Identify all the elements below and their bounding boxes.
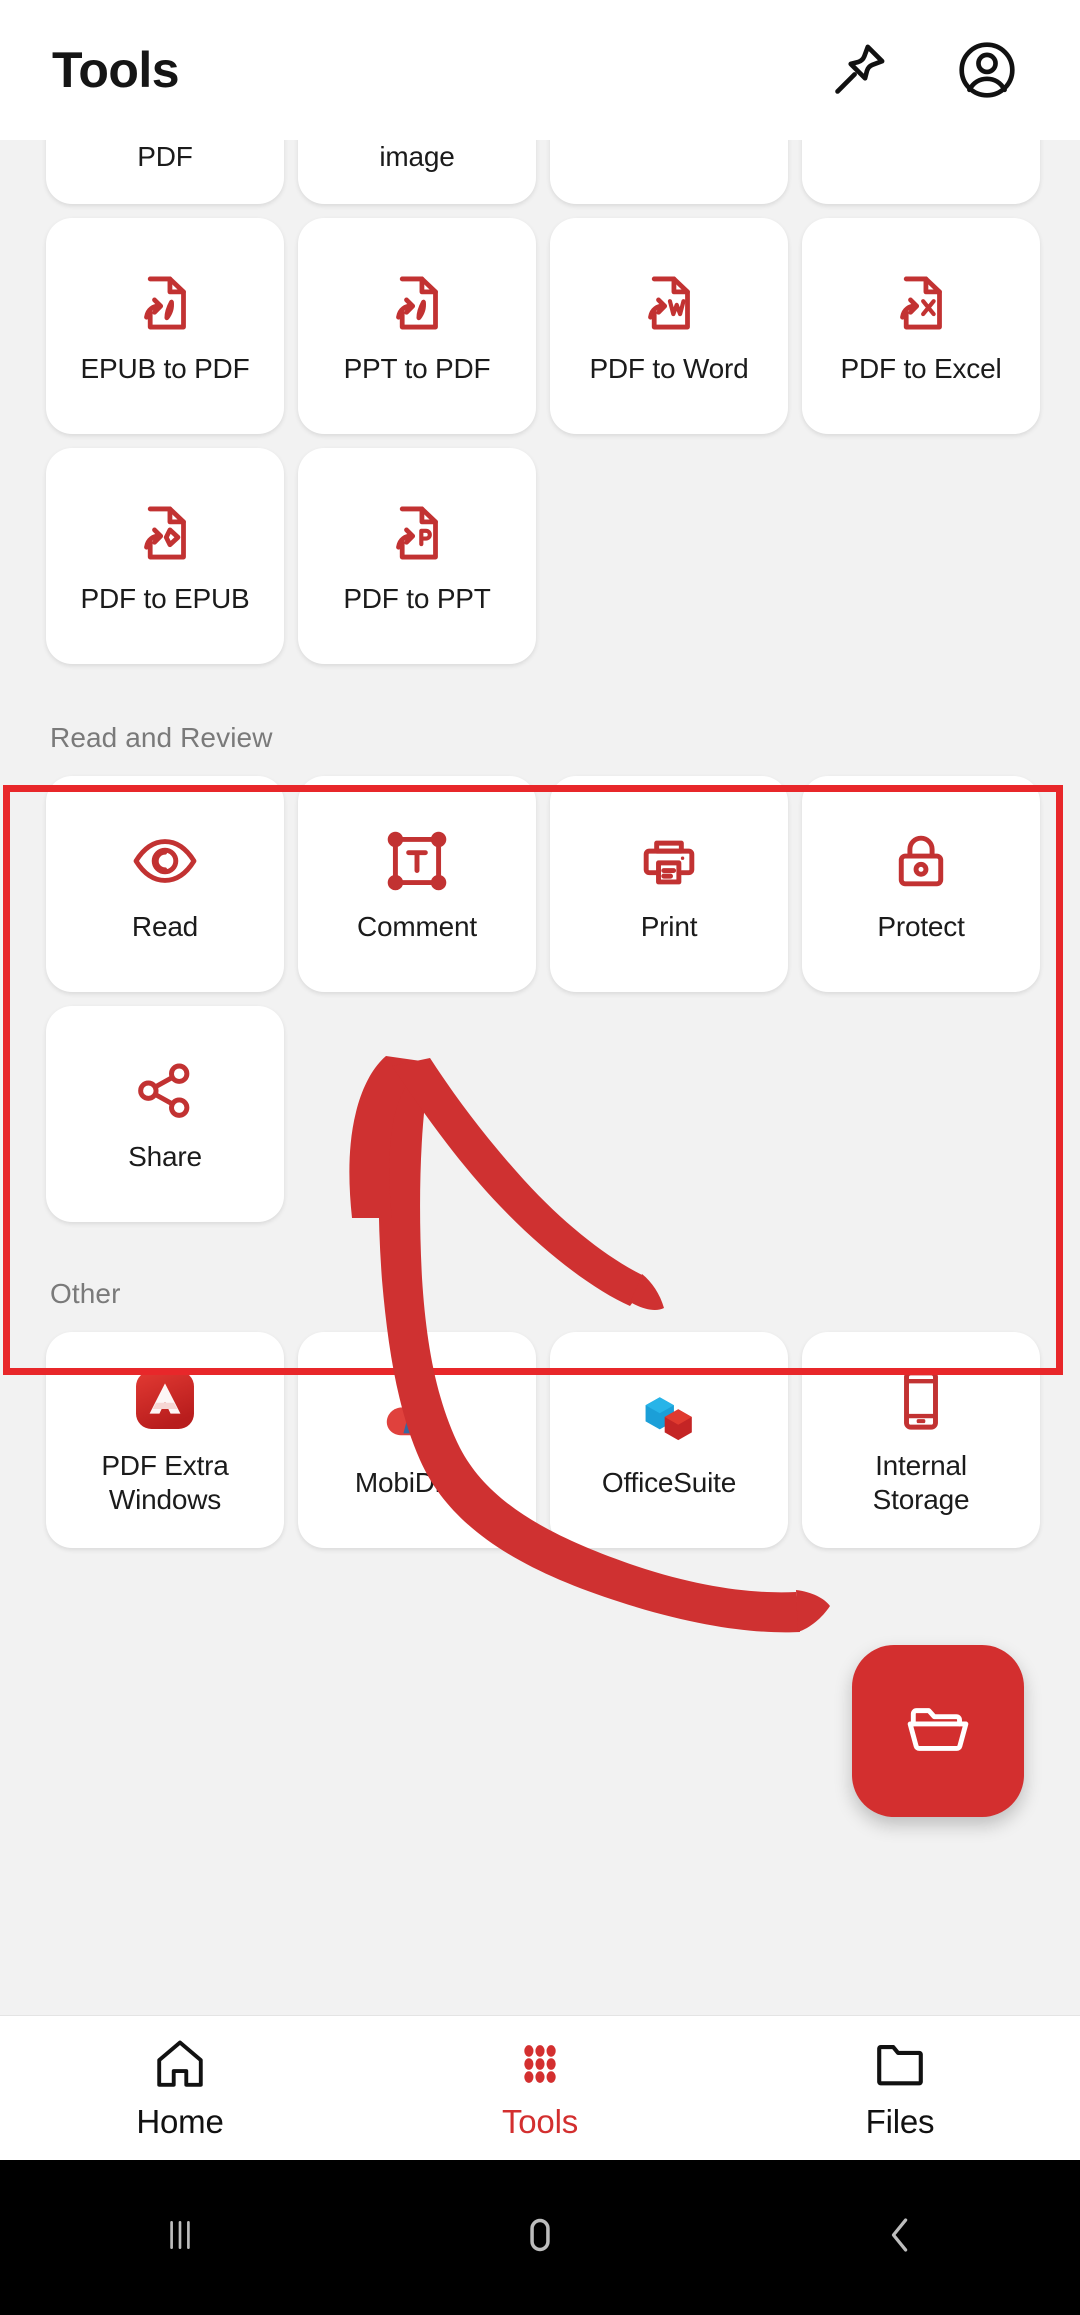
back-chevron-icon [872, 2207, 928, 2268]
nav-item-tools[interactable]: Tools [360, 2035, 720, 2141]
nav-item-label: Home [136, 2103, 224, 2140]
pdf-to-ppt-icon [380, 496, 454, 570]
recents-button[interactable] [0, 2207, 360, 2268]
officesuite-logo [632, 1380, 706, 1454]
other-grid: PDF Extra Windows MobiDrive OfficeSuite … [0, 1332, 1080, 1548]
tool-card-share[interactable]: Share [46, 1006, 284, 1222]
open-folder-icon [900, 1691, 976, 1772]
tool-card-pdf-extra-windows[interactable]: PDF Extra Windows [46, 1332, 284, 1548]
tool-card-protect[interactable]: Protect [802, 776, 1040, 992]
pdf-extra-windows-logo [128, 1363, 202, 1437]
tool-card-label: PPT to PDF [343, 352, 491, 384]
pdf-to-excel-icon [884, 266, 958, 340]
epub-to-pdf-icon [128, 266, 202, 340]
recents-icon [152, 2207, 208, 2268]
tool-card[interactable]: image [298, 140, 536, 204]
nav-item-home[interactable]: Home [0, 2035, 360, 2141]
tool-card-label: OfficeSuite [601, 1466, 737, 1498]
tool-card-label: PDF Extra Windows [101, 1449, 229, 1515]
account-circle-icon[interactable] [954, 37, 1020, 103]
tool-card-label: Protect [877, 910, 965, 942]
other-section: Other PDF Extra Windows MobiDrive Office… [0, 1278, 1080, 1548]
tool-card-print[interactable]: Print [550, 776, 788, 992]
text-comment-icon [380, 824, 454, 898]
android-system-navigation-bar [0, 2160, 1080, 2315]
tool-card-pdf-to-epub[interactable]: PDF to EPUB [46, 448, 284, 664]
tool-card-label: image [379, 141, 455, 172]
tool-card-label: PDF to Word [589, 352, 749, 384]
pdf-to-word-icon [632, 266, 706, 340]
tool-card[interactable]: PDF [46, 140, 284, 204]
tool-card-internal-storage[interactable]: Internal Storage [802, 1332, 1040, 1548]
nav-item-label: Files [865, 2103, 935, 2140]
home-pill-icon [512, 2207, 568, 2268]
tool-card-label: Share [128, 1140, 202, 1172]
read-review-grid-row-2: Share [0, 1006, 1080, 1222]
tool-card-label: Print [640, 910, 698, 942]
tool-card-epub-to-pdf[interactable]: EPUB to PDF [46, 218, 284, 434]
bottom-navigation: Home Tools Files [0, 2015, 1080, 2160]
home-button[interactable] [360, 2207, 720, 2268]
eye-icon [128, 824, 202, 898]
tool-card-officesuite[interactable]: OfficeSuite [550, 1332, 788, 1548]
tool-card-pdf-to-excel[interactable]: PDF to Excel [802, 218, 1040, 434]
mobidrive-logo [380, 1380, 454, 1454]
tool-card-ppt-to-pdf[interactable]: PPT to PDF [298, 218, 536, 434]
phone-storage-icon [884, 1363, 958, 1437]
ppt-to-pdf-icon [380, 266, 454, 340]
tool-card-pdf-to-word[interactable]: PDF to Word [550, 218, 788, 434]
pin-icon[interactable] [826, 37, 892, 103]
tool-card-comment[interactable]: Comment [298, 776, 536, 992]
share-nodes-icon [128, 1054, 202, 1128]
convert-grid-partial-row: PDF image [0, 140, 1080, 204]
tool-card-read[interactable]: Read [46, 776, 284, 992]
tool-card[interactable] [550, 140, 788, 204]
nav-item-label: Tools [501, 2103, 579, 2140]
printer-icon [632, 824, 706, 898]
tool-card-label: Internal Storage [872, 1449, 970, 1515]
nav-item-files[interactable]: Files [720, 2035, 1080, 2141]
header-actions [826, 37, 1020, 103]
lock-icon [884, 824, 958, 898]
tool-card-label: Comment [357, 910, 477, 942]
read-and-review-section: Read and Review Read Comment Print Prote… [0, 722, 1080, 1222]
folder-icon [871, 2035, 929, 2093]
tool-card[interactable] [802, 140, 1040, 204]
tool-card-mobidrive[interactable]: MobiDrive [298, 1332, 536, 1548]
section-heading-other: Other [50, 1278, 121, 1309]
home-icon [151, 2035, 209, 2093]
pdf-to-epub-icon [128, 496, 202, 570]
tool-card-label: EPUB to PDF [80, 352, 250, 384]
tool-card-pdf-to-ppt[interactable]: PDF to PPT [298, 448, 536, 664]
tool-card-label: PDF to PPT [343, 582, 491, 614]
open-file-fab[interactable] [852, 1645, 1024, 1817]
page-title: Tools [52, 42, 180, 98]
convert-grid-row-3: PDF to EPUB PDF to PPT [0, 448, 1080, 664]
back-button[interactable] [720, 2207, 1080, 2268]
tool-card-label: MobiDrive [354, 1466, 480, 1498]
app-header: Tools [0, 0, 1080, 140]
read-review-grid-row-1: Read Comment Print Protect [0, 776, 1080, 992]
tool-card-label: PDF [137, 141, 193, 172]
tool-card-label: PDF to Excel [840, 352, 1002, 384]
grid-dots-icon [511, 2035, 569, 2093]
convert-grid-row-2: EPUB to PDF PPT to PDF PDF to Word PDF t… [0, 218, 1080, 434]
section-heading-read-review: Read and Review [50, 722, 273, 753]
tool-card-label: PDF to EPUB [80, 582, 250, 614]
tool-card-label: Read [131, 910, 199, 942]
